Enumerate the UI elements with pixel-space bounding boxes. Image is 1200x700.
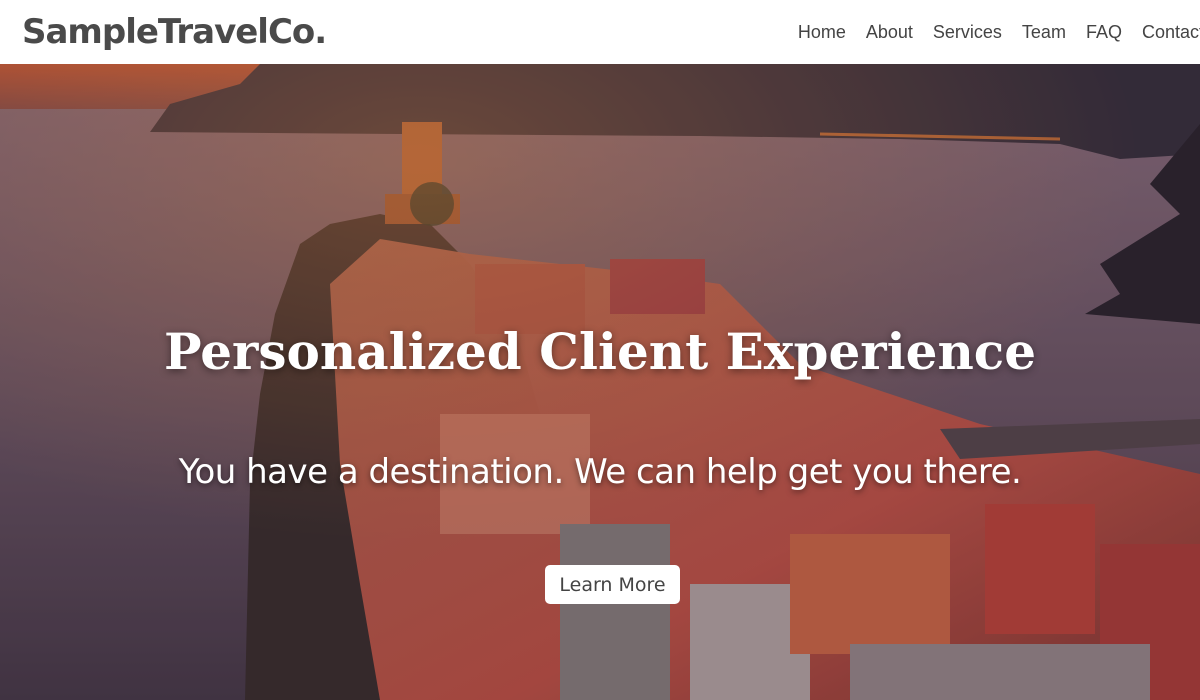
main-nav: Home About Services Team FAQ Contact	[778, 22, 1200, 43]
learn-more-button[interactable]: Learn More	[545, 565, 680, 604]
nav-team-link[interactable]: Team	[1022, 22, 1066, 43]
nav-home-link[interactable]: Home	[798, 22, 846, 43]
nav-about-link[interactable]: About	[866, 22, 913, 43]
nav-faq-link[interactable]: FAQ	[1086, 22, 1122, 43]
hero-section: Personalized Client Experience You have …	[0, 64, 1200, 700]
hero-overlay	[0, 64, 1200, 700]
nav-contact-link[interactable]: Contact	[1142, 22, 1200, 43]
nav-services-link[interactable]: Services	[933, 22, 1002, 43]
hero-title: Personalized Client Experience	[163, 322, 1037, 381]
brand-logo[interactable]: SampleTravelCo.	[22, 12, 327, 52]
navbar: SampleTravelCo. Home About Services Team…	[0, 0, 1200, 64]
hero-subtitle: You have a destination. We can help get …	[178, 452, 1022, 492]
